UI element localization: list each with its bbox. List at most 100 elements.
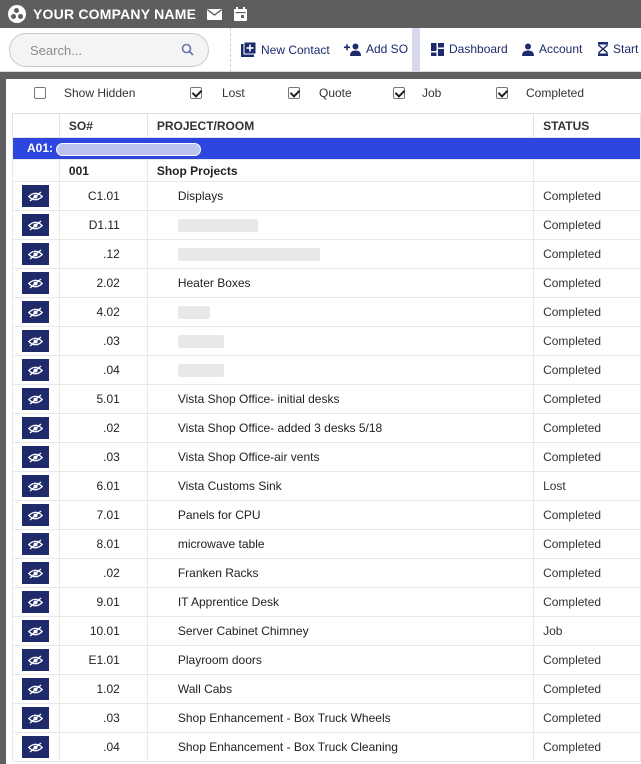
job-checkbox[interactable] [393, 87, 405, 99]
table-row[interactable]: 8.01 microwave table Completed [12, 529, 641, 559]
start-button[interactable]: Start [598, 42, 638, 56]
table-row[interactable]: .03 Vista Shop Office-air vents Completed [12, 442, 641, 472]
row-project[interactable]: Vista Shop Office- initial desks [146, 384, 535, 414]
hide-toggle-icon[interactable] [22, 620, 50, 642]
hide-toggle-icon[interactable] [22, 185, 50, 207]
table-row[interactable]: 7.01 Panels for CPU Completed [12, 500, 641, 530]
row-project[interactable] [146, 355, 535, 385]
group-row[interactable]: A01: [12, 137, 641, 160]
row-project[interactable]: Heater Boxes [146, 268, 535, 298]
row-so[interactable]: 10.01 [58, 616, 148, 646]
hide-toggle-icon[interactable] [22, 388, 50, 410]
row-project[interactable]: Displays [146, 181, 535, 211]
row-project[interactable]: microwave table [146, 529, 535, 559]
search-input[interactable]: Search... [30, 43, 82, 58]
table-row[interactable]: .02 Franken Racks Completed [12, 558, 641, 588]
row-so[interactable]: .04 [58, 732, 148, 762]
table-row[interactable]: 5.01 Vista Shop Office- initial desks Comp… [12, 384, 641, 414]
hide-toggle-icon[interactable] [22, 736, 50, 758]
row-so[interactable]: .12 [58, 239, 148, 269]
row-project[interactable]: Vista Shop Office- added 3 desks 5/18 [146, 413, 535, 443]
row-so[interactable]: E1.01 [58, 645, 148, 675]
hide-toggle-icon[interactable] [22, 533, 50, 555]
table-row[interactable]: .03 Shop Enhancement - Box Truck Wheels Co… [12, 703, 641, 733]
row-project[interactable]: Server Cabinet Chimney [146, 616, 535, 646]
table-row[interactable]: 6.01 Vista Customs Sink Lost [12, 471, 641, 501]
search-icon[interactable] [181, 43, 194, 61]
row-project[interactable]: Panels for CPU [146, 500, 535, 530]
calendar-icon[interactable] [232, 7, 248, 21]
filter-job[interactable]: Job [393, 86, 441, 100]
row-so[interactable]: .03 [58, 703, 148, 733]
row-project[interactable]: Franken Racks [146, 558, 535, 588]
filter-lost[interactable]: Lost [190, 86, 245, 100]
hide-toggle-icon[interactable] [22, 504, 50, 526]
row-so[interactable]: 6.01 [58, 471, 148, 501]
row-project[interactable]: Vista Shop Office-air vents [146, 442, 535, 472]
row-so[interactable]: .04 [58, 355, 148, 385]
row-project[interactable]: IT Apprentice Desk [146, 587, 535, 617]
dashboard-button[interactable]: Dashboard [431, 42, 508, 56]
header-so[interactable]: SO# [58, 113, 148, 138]
table-row[interactable]: .04 Completed [12, 355, 641, 385]
hide-toggle-icon[interactable] [22, 417, 50, 439]
row-project[interactable]: Vista Customs Sink [146, 471, 535, 501]
row-so[interactable]: D1.11 [58, 210, 148, 240]
table-row[interactable]: .04 Shop Enhancement - Box Truck Cleaning… [12, 732, 641, 762]
lost-checkbox[interactable] [190, 87, 202, 99]
hide-toggle-icon[interactable] [22, 446, 50, 468]
table-row[interactable]: .02 Vista Shop Office- added 3 desks 5/18… [12, 413, 641, 443]
table-row[interactable]: C1.01 Displays Completed [12, 181, 641, 211]
row-so[interactable]: 4.02 [58, 297, 148, 327]
header-status[interactable]: STATUS [533, 113, 641, 138]
new-contact-button[interactable]: New Contact [241, 42, 330, 57]
row-so[interactable]: 2.02 [58, 268, 148, 298]
table-row[interactable]: 1.02 Wall Cabs Completed [12, 674, 641, 704]
row-so[interactable]: 7.01 [58, 500, 148, 530]
row-so[interactable]: 1.02 [58, 674, 148, 704]
row-so[interactable]: .03 [58, 326, 148, 356]
filter-show-hidden[interactable]: Show Hidden [34, 86, 135, 100]
hide-toggle-icon[interactable] [22, 562, 50, 584]
row-so[interactable]: .02 [58, 558, 148, 588]
row-so[interactable]: 5.01 [58, 384, 148, 414]
row-so[interactable]: 8.01 [58, 529, 148, 559]
hide-toggle-icon[interactable] [22, 649, 50, 671]
hide-toggle-icon[interactable] [22, 214, 50, 236]
row-project[interactable] [146, 210, 535, 240]
hide-toggle-icon[interactable] [22, 243, 50, 265]
mail-icon[interactable] [206, 7, 222, 21]
show-hidden-checkbox[interactable] [34, 87, 46, 99]
table-row[interactable]: 2.02 Heater Boxes Completed [12, 268, 641, 298]
hide-toggle-icon[interactable] [22, 359, 50, 381]
table-row[interactable]: 4.02 Completed [12, 297, 641, 327]
row-so[interactable]: .02 [58, 413, 148, 443]
quote-checkbox[interactable] [288, 87, 300, 99]
row-project[interactable] [146, 326, 535, 356]
row-project[interactable]: Shop Enhancement - Box Truck Wheels [146, 703, 535, 733]
table-row[interactable]: D1.11 Completed [12, 210, 641, 240]
table-row[interactable]: .12 Completed [12, 239, 641, 269]
account-button[interactable]: Account [522, 42, 582, 56]
hide-toggle-icon[interactable] [22, 301, 50, 323]
hide-toggle-icon[interactable] [22, 475, 50, 497]
hide-toggle-icon[interactable] [22, 678, 50, 700]
table-row[interactable]: 9.01 IT Apprentice Desk Completed [12, 587, 641, 617]
row-project[interactable]: Shop Enhancement - Box Truck Cleaning [146, 732, 535, 762]
row-project[interactable]: Wall Cabs [146, 674, 535, 704]
row-so[interactable]: .03 [58, 442, 148, 472]
row-so[interactable]: C1.01 [58, 181, 148, 211]
header-project[interactable]: PROJECT/ROOM [146, 113, 535, 138]
hide-toggle-icon[interactable] [22, 591, 50, 613]
row-project[interactable] [146, 297, 535, 327]
table-row[interactable]: .03 Completed [12, 326, 641, 356]
table-row[interactable]: 10.01 Server Cabinet Chimney Job [12, 616, 641, 646]
table-row[interactable]: E1.01 Playroom doors Completed [12, 645, 641, 675]
completed-checkbox[interactable] [496, 87, 508, 99]
hide-toggle-icon[interactable] [22, 707, 50, 729]
row-so[interactable]: 9.01 [58, 587, 148, 617]
filter-completed[interactable]: Completed [496, 86, 584, 100]
search-box[interactable]: Search... [9, 33, 209, 67]
row-project[interactable]: Playroom doors [146, 645, 535, 675]
filter-quote[interactable]: Quote [288, 86, 352, 100]
